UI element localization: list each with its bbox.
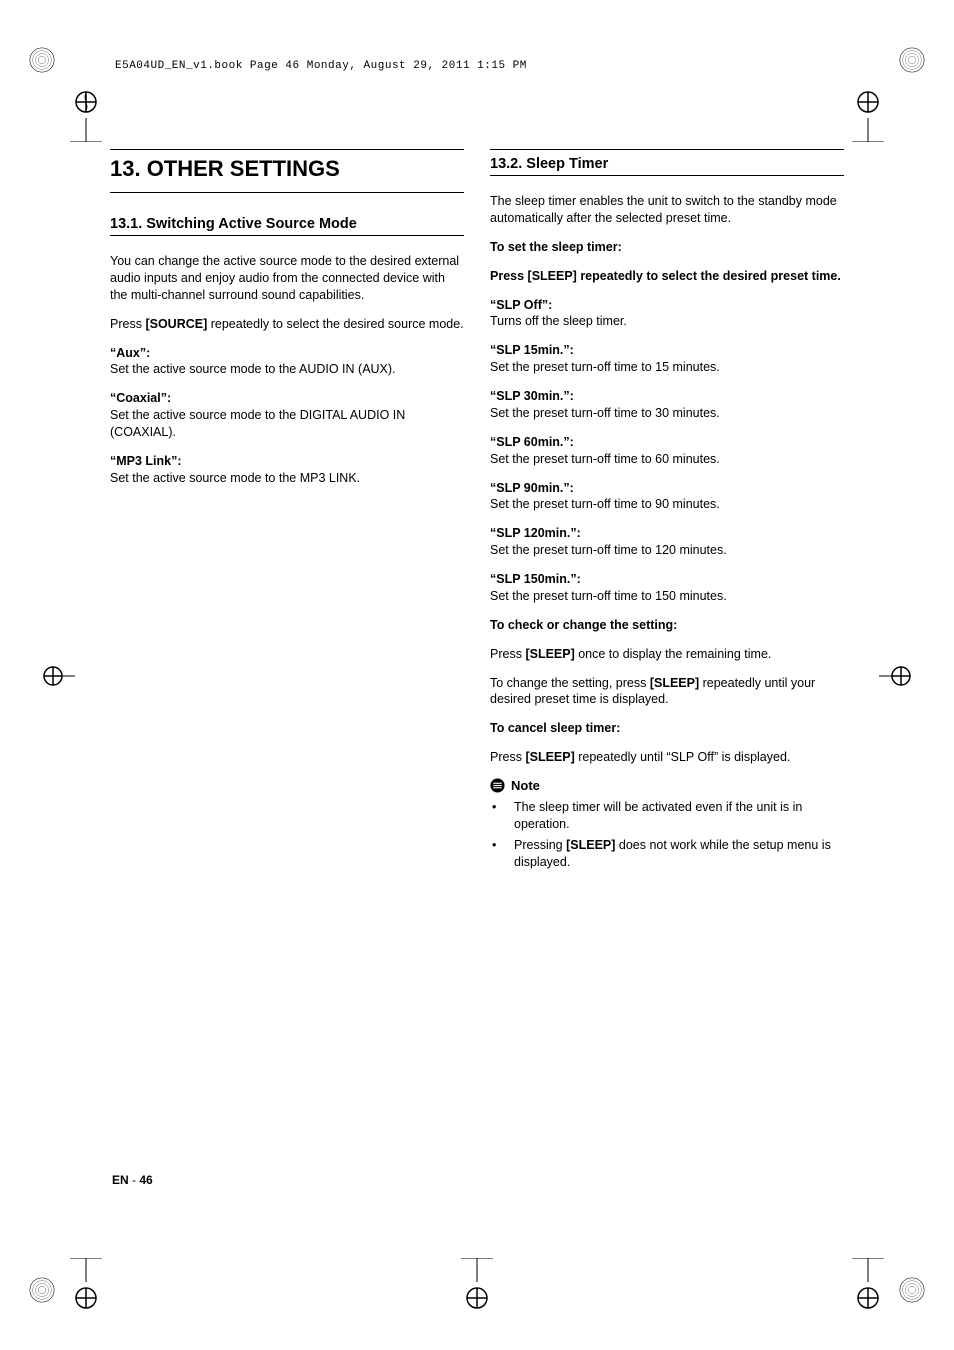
check-heading: To check or change the setting:	[490, 617, 844, 634]
left-press-source: Press [SOURCE] repeatedly to select the …	[110, 316, 464, 333]
chapter-title: 13. OTHER SETTINGS	[110, 156, 464, 182]
coaxial-term: “Coaxial”:	[110, 390, 464, 407]
print-header: E5A04UD_EN_v1.book Page 46 Monday, Augus…	[115, 60, 527, 72]
left-intro: You can change the active source mode to…	[110, 253, 464, 304]
cancel-heading: To cancel sleep timer:	[490, 720, 844, 737]
sleep-option: “SLP 30min.”:Set the preset turn-off tim…	[490, 388, 844, 422]
sleep-option: “SLP 15min.”:Set the preset turn-off tim…	[490, 342, 844, 376]
registration-mark-icon	[852, 90, 884, 142]
change-press: To change the setting, press [SLEEP] rep…	[490, 675, 844, 709]
section-title-left: 13.1. Switching Active Source Mode	[110, 216, 464, 232]
registration-mark-icon	[852, 1258, 884, 1310]
print-ornament-icon	[898, 46, 926, 74]
registration-mark-icon	[70, 1258, 102, 1310]
coaxial-def: Set the active source mode to the DIGITA…	[110, 407, 464, 441]
print-ornament-icon	[898, 1276, 926, 1304]
cancel-press: Press [SLEEP] repeatedly until “SLP Off”…	[490, 749, 844, 766]
note-list: •The sleep timer will be activated even …	[490, 799, 844, 871]
sleep-option: “SLP Off”:Turns off the sleep timer.	[490, 297, 844, 331]
check-press: Press [SLEEP] once to display the remain…	[490, 646, 844, 663]
section-title-right: 13.2. Sleep Timer	[490, 156, 844, 172]
aux-term: “Aux”:	[110, 345, 464, 362]
note-item: •The sleep timer will be activated even …	[492, 799, 844, 833]
mp3link-def: Set the active source mode to the MP3 LI…	[110, 470, 464, 487]
right-column: 13.2. Sleep Timer The sleep timer enable…	[490, 149, 844, 875]
sleep-option: “SLP 120min.”:Set the preset turn-off ti…	[490, 525, 844, 559]
print-ornament-icon	[28, 46, 56, 74]
registration-mark-icon	[43, 660, 75, 692]
print-ornament-icon	[28, 1276, 56, 1304]
sleep-option: “SLP 90min.”:Set the preset turn-off tim…	[490, 480, 844, 514]
registration-mark-icon	[879, 660, 911, 692]
note-header: Note	[490, 778, 844, 793]
press-sleep-select: Press [SLEEP] repeatedly to select the d…	[490, 268, 844, 285]
right-intro: The sleep timer enables the unit to swit…	[490, 193, 844, 227]
mp3link-term: “MP3 Link”:	[110, 453, 464, 470]
page-content: 13. OTHER SETTINGS 13.1. Switching Activ…	[110, 149, 844, 1201]
registration-mark-icon	[70, 90, 102, 142]
note-label: Note	[511, 778, 540, 793]
page-footer: EN - 46	[112, 1173, 153, 1187]
note-item: •Pressing [SLEEP] does not work while th…	[492, 837, 844, 871]
aux-def: Set the active source mode to the AUDIO …	[110, 361, 464, 378]
left-column: 13. OTHER SETTINGS 13.1. Switching Activ…	[110, 149, 464, 875]
to-set-heading: To set the sleep timer:	[490, 239, 844, 256]
sleep-option: “SLP 60min.”:Set the preset turn-off tim…	[490, 434, 844, 468]
note-icon	[490, 778, 505, 793]
registration-mark-icon	[461, 1258, 493, 1310]
sleep-option: “SLP 150min.”:Set the preset turn-off ti…	[490, 571, 844, 605]
